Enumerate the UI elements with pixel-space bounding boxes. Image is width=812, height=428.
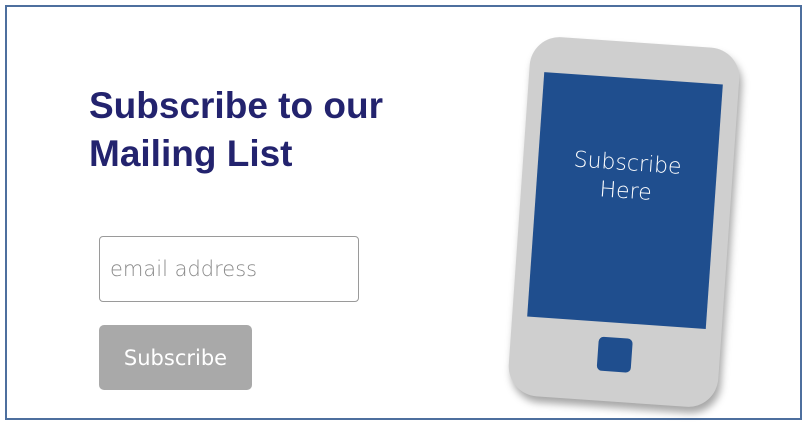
phone-home-button-icon bbox=[596, 336, 633, 373]
subscribe-button[interactable]: Subscribe bbox=[99, 325, 252, 390]
phone-screen: Subscribe Here bbox=[527, 72, 723, 329]
subscribe-panel: Subscribe to our Mailing List Subscribe … bbox=[5, 5, 802, 420]
page-title: Subscribe to our Mailing List bbox=[89, 85, 383, 174]
phone-illustration: Subscribe Here bbox=[506, 35, 742, 409]
phone-screen-text: Subscribe Here bbox=[572, 147, 683, 206]
email-field[interactable] bbox=[99, 236, 359, 302]
